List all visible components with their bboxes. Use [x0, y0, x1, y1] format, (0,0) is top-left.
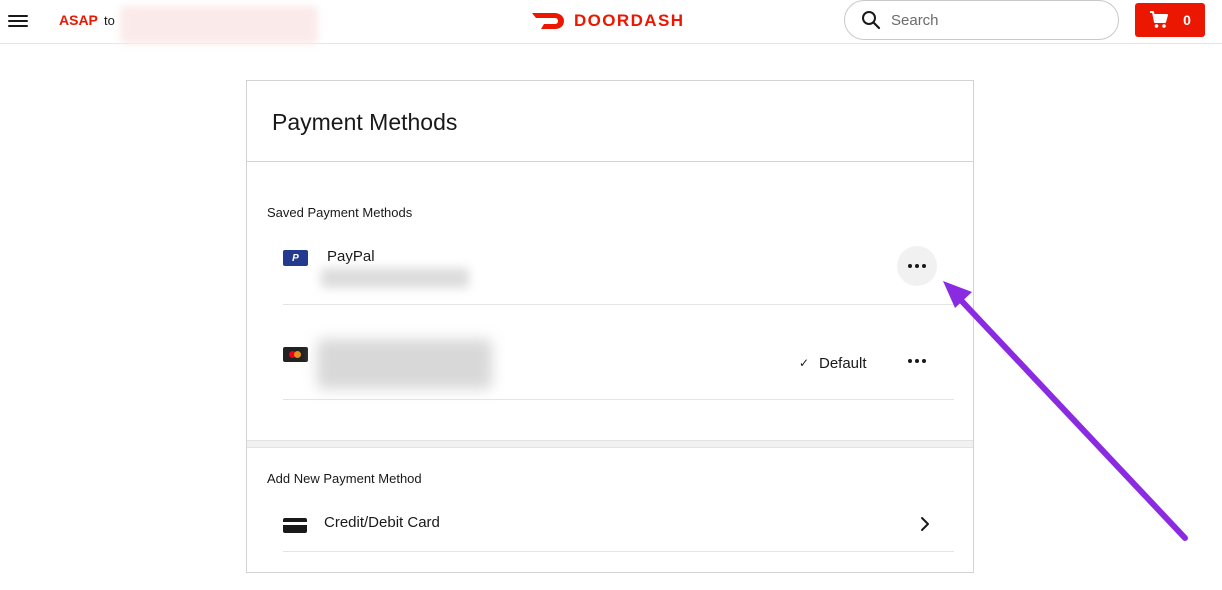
add-credit-debit-card-option[interactable]: Credit/Debit Card: [324, 514, 440, 531]
doordash-dash-icon: [532, 13, 564, 29]
payment-method-label: PayPal: [327, 248, 375, 265]
page-title: Payment Methods: [272, 109, 458, 135]
paypal-more-options-button[interactable]: [897, 246, 937, 286]
search-bar[interactable]: [844, 0, 1119, 40]
more-horizontal-icon: [908, 264, 926, 268]
row-divider: [283, 551, 954, 552]
more-horizontal-icon: [908, 359, 926, 363]
payment-methods-card: Payment Methods Saved Payment Methods P …: [246, 80, 974, 573]
top-nav-bar: ASAP to DOORDASH 0: [0, 0, 1222, 44]
delivery-address-redacted[interactable]: [120, 6, 318, 44]
cart-count: 0: [1183, 12, 1191, 28]
card-more-options-button[interactable]: [897, 341, 937, 381]
card-number-redacted: [317, 339, 492, 389]
saved-methods-heading: Saved Payment Methods: [267, 205, 413, 220]
asap-label[interactable]: ASAP: [59, 12, 98, 28]
logo-text: DOORDASH: [574, 11, 685, 30]
doordash-logo[interactable]: DOORDASH: [532, 9, 684, 33]
cart-button[interactable]: 0: [1135, 3, 1205, 37]
paypal-icon: P: [283, 250, 308, 266]
delivery-to-label: to: [104, 13, 115, 28]
chevron-right-icon[interactable]: [919, 516, 931, 532]
paypal-account-redacted: [321, 268, 469, 288]
row-divider: [283, 304, 954, 305]
search-input[interactable]: [891, 11, 1091, 29]
title-divider: [247, 161, 973, 162]
default-badge: Default: [819, 355, 867, 372]
cart-icon: [1150, 11, 1169, 28]
row-divider: [283, 399, 954, 400]
section-divider-band: [247, 440, 973, 448]
credit-card-icon: [283, 518, 307, 533]
search-icon: [862, 11, 881, 30]
checkmark-icon: ✓: [799, 356, 810, 370]
hamburger-menu-icon[interactable]: [8, 12, 28, 30]
add-method-heading: Add New Payment Method: [267, 471, 422, 486]
mastercard-icon: [283, 347, 308, 362]
